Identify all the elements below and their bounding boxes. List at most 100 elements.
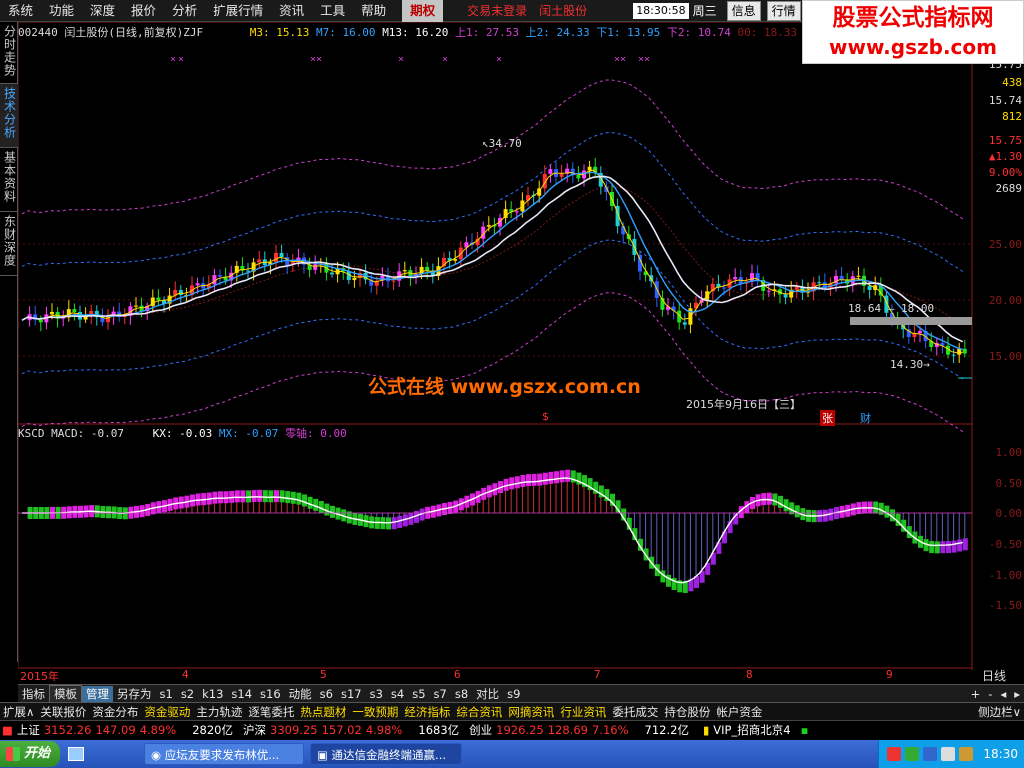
tab-s16[interactable]: s16 <box>256 686 285 702</box>
chart-canvas[interactable]: × × × × × × × × × × × <box>18 22 1024 670</box>
link-order-fills[interactable]: 委托成交 <box>609 704 661 720</box>
menu-options[interactable]: 期权 <box>402 0 444 22</box>
tab-template[interactable]: 模板 <box>49 684 82 703</box>
scroll-left-button[interactable]: ◂ <box>996 686 1010 702</box>
link-industry-news[interactable]: 行业资讯 <box>557 704 609 720</box>
ma-m3-line <box>21 169 963 354</box>
link-tick-orders[interactable]: 逐笔委托 <box>245 704 297 720</box>
menu-news[interactable]: 资讯 <box>271 0 312 22</box>
link-econ-indicators[interactable]: 经济指标 <box>401 704 453 720</box>
scroll-right-button[interactable]: ▸ <box>1010 686 1024 702</box>
chart-area[interactable]: × × × × × × × × × × × 002440 闰土股份(日线,前复权)ZJF M3: 1… <box>18 22 1024 683</box>
tab-s3[interactable]: s3 <box>366 686 387 702</box>
menu-tools[interactable]: 工具 <box>312 0 353 22</box>
tab-s6[interactable]: s6 <box>316 686 337 702</box>
tray-clock[interactable]: 18:30 <box>983 747 1018 761</box>
start-button[interactable]: 开始 <box>0 741 61 767</box>
start-label: 开始 <box>24 746 51 761</box>
vip-server[interactable]: VIP_招商北京4 <box>711 722 792 738</box>
tab-intraday[interactable]: 分时走势 <box>0 22 18 84</box>
link-holdings[interactable]: 持仓股份 <box>661 704 713 720</box>
high-value: 34.70 <box>488 137 522 150</box>
candle-body <box>856 275 861 277</box>
menu-ext-market[interactable]: 扩展行情 <box>205 0 271 22</box>
stock-name-status: 闰土股份 <box>539 4 588 18</box>
menu-depth[interactable]: 深度 <box>82 0 123 22</box>
candle-body <box>274 252 278 263</box>
link-general-news[interactable]: 综合资讯 <box>453 704 505 720</box>
tray-volume-icon[interactable] <box>941 747 956 761</box>
tab-manage[interactable]: 管理 <box>82 685 113 702</box>
tab-s14[interactable]: s14 <box>227 686 256 702</box>
tray-network-icon[interactable] <box>923 747 938 761</box>
candle-body <box>425 266 430 271</box>
tab-compare[interactable]: 对比 <box>472 686 503 702</box>
cy-label[interactable]: 创业 <box>467 722 494 738</box>
tray-security-icon[interactable] <box>887 747 902 761</box>
link-fund-distribution[interactable]: 资金分布 <box>89 704 141 720</box>
candle-body <box>783 294 788 298</box>
zoom-out-button[interactable]: - <box>984 686 996 702</box>
macd-histogram <box>18 469 972 593</box>
axis-price-3: 15.75 <box>988 134 1022 147</box>
trade-status[interactable]: 交易未登录 <box>461 2 533 19</box>
tab-s7[interactable]: s7 <box>430 686 451 702</box>
candle-body <box>134 305 138 307</box>
taskbar-window-browser[interactable]: ◉ 应坛友要求发布林优... <box>144 743 305 765</box>
low-value: 14.30 <box>890 358 924 371</box>
time-label-8: 8 <box>746 668 753 681</box>
sh-label[interactable]: 上证 <box>15 722 42 738</box>
info-button[interactable]: 信息 <box>726 0 761 21</box>
link-related-quote[interactable]: 关联报价 <box>37 704 89 720</box>
candle-body <box>817 282 822 284</box>
link-fund-driven[interactable]: 资金驱动 <box>141 704 193 720</box>
link-expand[interactable]: 扩展∧ <box>0 704 37 720</box>
tab-s9[interactable]: s9 <box>503 686 524 702</box>
link-hot-topics[interactable]: 热点题材 <box>297 704 349 720</box>
link-main-trace[interactable]: 主力轨迹 <box>193 704 245 720</box>
taskbar-window-tdx[interactable]: ▣ 通达信金融终端通赢... <box>310 743 463 765</box>
tab-indicator[interactable]: 指标 <box>18 686 49 702</box>
sidebar-toggle[interactable]: 侧边栏∨ <box>975 704 1024 720</box>
tab-s4[interactable]: s4 <box>387 686 408 702</box>
candle-body <box>576 175 581 179</box>
tab-save-as[interactable]: 另存为 <box>113 686 156 702</box>
browser-icon: ◉ <box>151 748 165 762</box>
period-selector[interactable]: 日线 <box>982 667 1006 684</box>
tray-app-icon[interactable] <box>905 747 920 761</box>
link-web-news[interactable]: 网摘资讯 <box>505 704 557 720</box>
tray-ime-icon[interactable] <box>959 747 974 761</box>
tab-k13[interactable]: k13 <box>198 686 227 702</box>
link-consensus[interactable]: 一致预期 <box>349 704 401 720</box>
candle-body <box>257 259 262 263</box>
macd-block <box>934 541 940 554</box>
x-marker: × <box>398 54 404 65</box>
hs-label[interactable]: 沪深 <box>241 722 268 738</box>
macd-axis-1: 1.00 <box>995 446 1023 459</box>
axis-vol-1: 438 <box>1002 76 1022 89</box>
menu-quote[interactable]: 报价 <box>123 0 164 22</box>
macd-block <box>929 541 935 554</box>
menu-function[interactable]: 功能 <box>41 0 82 22</box>
tab-s1[interactable]: s1 <box>156 686 177 702</box>
macd-block <box>526 474 531 487</box>
quote-button[interactable]: 行情 <box>766 0 801 21</box>
tab-technical[interactable]: 技术分析 <box>0 84 18 148</box>
tab-eastmoney[interactable]: 东财深度 <box>0 212 18 276</box>
tab-s17[interactable]: s17 <box>337 686 366 702</box>
tab-fundamentals[interactable]: 基本资料 <box>0 148 18 212</box>
tab-s5[interactable]: s5 <box>408 686 429 702</box>
candle-body <box>38 319 43 323</box>
axis-vol-2: 812 <box>1002 110 1022 123</box>
menu-system[interactable]: 系统 <box>0 0 41 22</box>
menu-help[interactable]: 帮助 <box>353 0 394 22</box>
link-account-funds[interactable]: 帐户资金 <box>713 704 765 720</box>
tab-momentum[interactable]: 动能 <box>285 686 316 702</box>
signal-icon: ▪ <box>800 722 809 737</box>
hs-value: 3309.25 <box>270 722 318 737</box>
zoom-in-button[interactable]: + <box>967 686 985 702</box>
tab-s2[interactable]: s2 <box>177 686 198 702</box>
menu-analysis[interactable]: 分析 <box>164 0 205 22</box>
quick-launch-icon[interactable] <box>68 747 85 761</box>
tab-s8[interactable]: s8 <box>451 686 472 702</box>
